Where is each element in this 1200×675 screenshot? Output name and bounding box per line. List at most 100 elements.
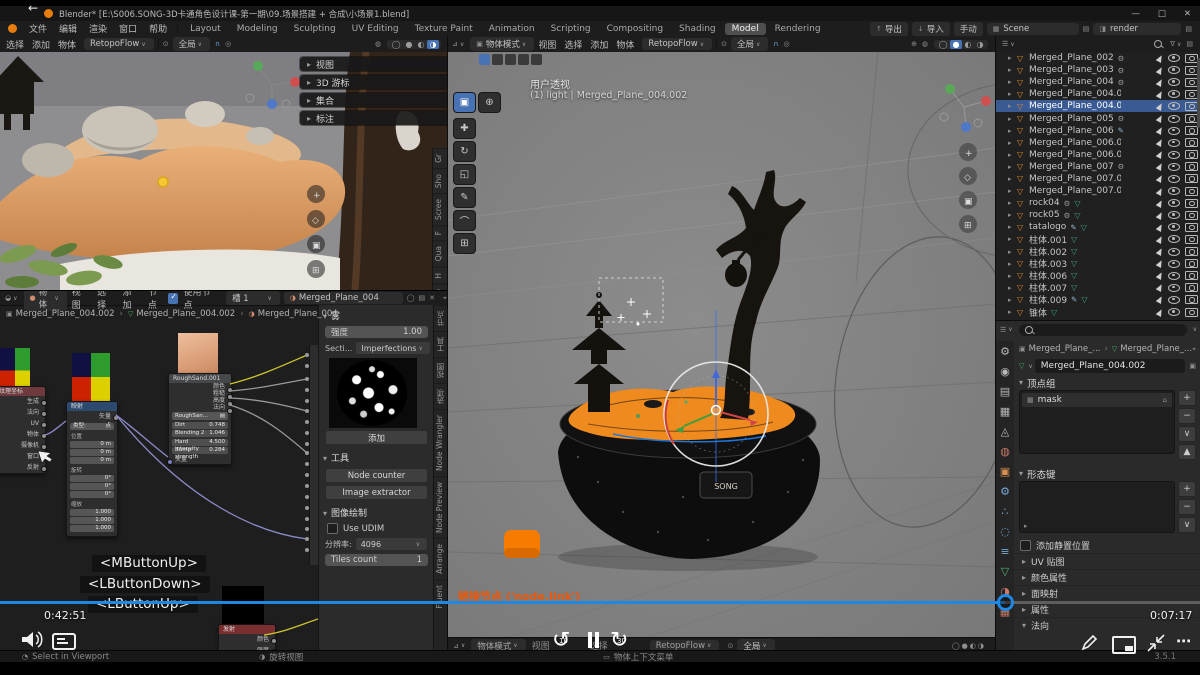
viewport-menu-item[interactable]: 物体	[54, 38, 80, 51]
selectable-toggle-icon[interactable]	[1156, 102, 1165, 111]
object-name[interactable]: Merged_Plane_007.001	[1029, 174, 1121, 184]
physics-tab-icon[interactable]: ◌	[1000, 521, 1010, 541]
outliner-row[interactable]: ▸ ▽ 柱体.002 ▽	[996, 246, 1200, 258]
filter-funnel-icon[interactable]: ∇	[1170, 40, 1175, 48]
expand-icon[interactable]: ▸	[1008, 90, 1017, 98]
use-nodes-checkbox[interactable]	[168, 293, 178, 304]
eye-visibility-icon[interactable]	[1168, 102, 1180, 110]
measure-tool-button[interactable]: ⌒	[453, 210, 476, 231]
outliner-row[interactable]: ▸ ▽ Merged_Plane_007.001	[996, 173, 1200, 185]
annotate-tool-button[interactable]: ✎	[453, 187, 476, 208]
scale-tool-button[interactable]: ◱	[453, 164, 476, 185]
sidebar-tab[interactable]: Node Wrangler	[434, 409, 447, 476]
render-visibility-icon[interactable]	[1185, 138, 1198, 147]
expand-icon[interactable]: ▸	[1008, 248, 1017, 256]
outliner-row[interactable]: ▸ ▽ Merged_Plane_007 ⚙	[996, 161, 1200, 173]
node-socket-row[interactable]: 生成	[0, 396, 45, 407]
workspace-tab[interactable]: UV Editing	[345, 23, 406, 35]
output-tab-icon[interactable]: ▤	[1000, 381, 1010, 401]
selectable-toggle-icon[interactable]	[1156, 187, 1165, 196]
node-socket-row[interactable]: 法向	[169, 404, 231, 411]
viewlayer-selector[interactable]: ◨render	[1093, 23, 1181, 35]
main-3d-viewport[interactable]: SONG + ◇ ▣ ⊞ 用户透视 (1) light | Merged_P	[447, 52, 996, 652]
selectable-toggle-icon[interactable]	[1156, 283, 1165, 292]
selectable-toggle-icon[interactable]	[1156, 271, 1165, 280]
overlay-menu-item[interactable]: ▸3D 游标	[300, 75, 447, 89]
particles-tab-icon[interactable]: ∴	[1002, 501, 1009, 521]
sidebar-tab[interactable]: 选项	[434, 383, 447, 409]
viewport-menu-item[interactable]: 选择	[560, 38, 586, 51]
properties-panel-row[interactable]: ▸颜色属性	[1014, 569, 1200, 585]
imperfection-preview[interactable]	[329, 358, 417, 428]
new-scene-icon[interactable]: ▤	[1083, 25, 1090, 33]
world-tab-icon[interactable]: ◍	[1000, 441, 1010, 461]
eye-visibility-icon[interactable]	[1168, 139, 1180, 147]
selectable-toggle-icon[interactable]	[1156, 295, 1165, 304]
object-data-tab-icon[interactable]: ▽	[1001, 561, 1009, 581]
overlays-icon[interactable]: ◍	[922, 40, 928, 48]
object-data-name-field[interactable]: Merged_Plane_004.002	[1035, 359, 1186, 373]
shading-icons[interactable]: ◯●◐◑	[952, 642, 986, 650]
expand-icon[interactable]: ▸	[1008, 151, 1017, 159]
object-name[interactable]: rock04	[1029, 198, 1060, 208]
retopoflow-menu[interactable]: RetopoFlow∨	[84, 38, 154, 50]
node-socket-row[interactable]: 粗糙	[169, 390, 231, 397]
close-button[interactable]: ✕	[1175, 9, 1200, 19]
eye-visibility-icon[interactable]	[1168, 90, 1180, 98]
circle-select-icon[interactable]	[505, 54, 516, 65]
eye-visibility-icon[interactable]	[1168, 296, 1180, 304]
render-visibility-icon[interactable]	[1185, 283, 1198, 292]
node-socket-row[interactable]: 反射	[0, 462, 45, 473]
selectable-toggle-icon[interactable]	[1156, 114, 1165, 123]
vertex-group-item[interactable]: ▦mask⌂	[1022, 393, 1172, 407]
proportional-edit-icon[interactable]: ◎	[225, 40, 231, 48]
sidebar-tab[interactable]: Node Preview	[434, 476, 447, 538]
paint-select-icon[interactable]	[531, 54, 542, 65]
manual-button[interactable]: 手动	[954, 22, 983, 36]
viewport-menu-item[interactable]: 视图	[534, 38, 560, 51]
expand-icon[interactable]: ▸	[1008, 66, 1017, 74]
render-tab-icon[interactable]: ◉	[1000, 361, 1010, 381]
value-field[interactable]: 0°	[70, 491, 114, 498]
value-field[interactable]: 0 m	[70, 441, 114, 448]
properties-panel-row[interactable]: ▸属性	[1014, 601, 1200, 617]
proportional-edit-icon[interactable]: ◎	[784, 40, 790, 48]
outliner-row[interactable]: ▸ ▽ 柱体.009 ✎ ▽	[996, 294, 1200, 306]
render-visibility-icon[interactable]	[1185, 174, 1198, 183]
properties-panel-row[interactable]: ▸面映射	[1014, 585, 1200, 601]
selectable-toggle-icon[interactable]	[1156, 90, 1165, 99]
expand-icon[interactable]: ▸	[1008, 187, 1017, 195]
viewport-menu-item[interactable]: 添加	[586, 38, 612, 51]
outliner-row[interactable]: ▸ ▽ rock04 ⚙ ▽	[996, 197, 1200, 209]
overlay-menu-item[interactable]: ▸视图	[300, 57, 447, 71]
selectable-toggle-icon[interactable]	[1156, 54, 1165, 63]
editor-type-icon[interactable]: ◒	[5, 294, 11, 302]
mapping-node[interactable]: 映射 矢量 类型:点 位置 0 m 0 m 0 m 旋转 0° 0° 0°	[66, 401, 118, 537]
object-name[interactable]: Merged_Plane_003	[1029, 65, 1114, 75]
object-name[interactable]: 柱体.002	[1029, 245, 1067, 258]
object-name[interactable]: rock05	[1029, 210, 1060, 220]
sidebar-tab[interactable]: 工具	[434, 331, 447, 357]
overlays-icon[interactable]: ◍	[375, 40, 381, 48]
topbar-menu-item[interactable]: 渲染	[83, 22, 113, 35]
selectable-toggle-icon[interactable]	[1156, 162, 1165, 171]
selectable-toggle-icon[interactable]	[1156, 308, 1165, 317]
render-visibility-icon[interactable]	[1185, 271, 1198, 280]
fake-user-icon[interactable]: ◯	[407, 294, 415, 302]
node-slider[interactable]: Bump strength0.284	[172, 447, 228, 454]
node-socket-row[interactable]: 高度	[169, 397, 231, 404]
render-visibility-icon[interactable]	[1185, 150, 1198, 159]
object-name[interactable]: Merged_Plane_006	[1029, 126, 1114, 136]
transform-pivot-icon[interactable]: ⊙	[727, 642, 733, 650]
editor-type-icon[interactable]: ⊿	[452, 40, 458, 48]
selectable-toggle-icon[interactable]	[1156, 199, 1165, 208]
select-tool-button[interactable]: ▣	[453, 92, 476, 113]
solid-shading-icon[interactable]: ●	[950, 40, 962, 49]
expand-icon[interactable]: ▸	[1008, 260, 1017, 268]
sidebar-tab[interactable]: F	[433, 225, 447, 240]
cursor-tool-button[interactable]: ⊕	[478, 92, 501, 113]
use-udim-checkbox[interactable]	[327, 523, 338, 534]
scene-selector[interactable]: ▦Scene	[987, 23, 1079, 35]
move-tool-button[interactable]: ✚	[453, 118, 476, 139]
expand-icon[interactable]: ▸	[1008, 199, 1017, 207]
